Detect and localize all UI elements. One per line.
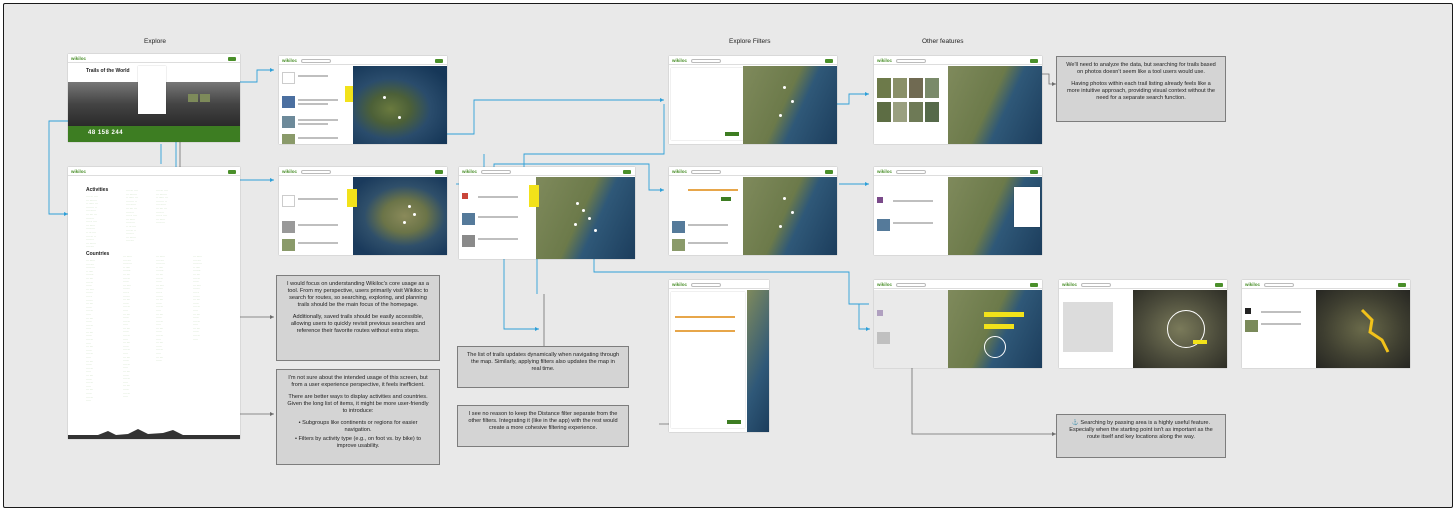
screen-passing-area-result: wikiloc: [1242, 280, 1410, 368]
note-lists-p2: There are better ways to display activit…: [287, 394, 429, 414]
screen-trail-detail: wikiloc: [874, 167, 1042, 255]
connector-passing-in: [858, 304, 870, 330]
note-lists-bullet-1: • Subgroups like continents or regions f…: [298, 420, 418, 433]
note-lists-bullet-2: • Filters by activity type (e.g., on foo…: [294, 436, 421, 449]
home-counter: 48 158 244: [88, 130, 124, 136]
connector-home-to-world: [234, 69, 274, 83]
screen-homepage: wikiloc Trails of the World 48 158 244: [68, 54, 240, 142]
note-map-list-sync: The list of trails updates dynamically w…: [457, 346, 629, 388]
screen-activities-countries: wikiloc Activities ···· ··· ···· ··· ····…: [68, 167, 240, 439]
screen-filter-panel: wikiloc: [669, 280, 769, 432]
home-title: Trails of the World: [86, 68, 130, 74]
note-homepage-focus: I would focus on understanding Wikiloc's…: [276, 275, 440, 361]
note-distance-filter: I see no reason to keep the Distance fil…: [457, 405, 629, 447]
flow-board: Explore Explore Filters Other features w…: [3, 3, 1453, 508]
screen-world-map: wikiloc: [279, 56, 447, 144]
note-photo-search: We'll need to analyze the data, but sear…: [1056, 56, 1226, 122]
connector-map-to-top: [523, 104, 665, 174]
screen-passing-area: wikiloc: [874, 280, 1042, 368]
canvas: Explore Explore Filters Other features w…: [0, 0, 1456, 511]
screen-passing-area-zoom: wikiloc: [1059, 280, 1227, 368]
section-title-other-features: Other features: [922, 38, 964, 45]
screen-spain-map: wikiloc: [279, 167, 447, 255]
screen-catalonia-map: wikiloc: [459, 167, 635, 259]
note-homepage-p2: Additionally, saved trails should be eas…: [290, 314, 426, 334]
note-lists-p1: I'm not sure about the intended usage of…: [288, 375, 428, 388]
countries-heading: Countries: [86, 251, 110, 257]
connector-world-to-filters: [414, 99, 664, 135]
note-activities-lists: I'm not sure about the intended usage of…: [276, 369, 440, 465]
note-passing-area: ⚓ Searching by passing area is a highly …: [1056, 414, 1226, 458]
logo: wikiloc: [71, 55, 87, 61]
screen-photo-search: wikiloc: [874, 56, 1042, 144]
section-title-explore-filters: Explore Filters: [729, 38, 771, 45]
screen-distance-filter: wikiloc: [669, 167, 837, 255]
section-title-explore: Explore: [144, 38, 167, 45]
note-homepage-p1: I would focus on understanding Wikiloc's…: [287, 281, 429, 308]
activities-heading: Activities: [86, 187, 109, 193]
screen-activity-filter: wikiloc: [669, 56, 837, 144]
